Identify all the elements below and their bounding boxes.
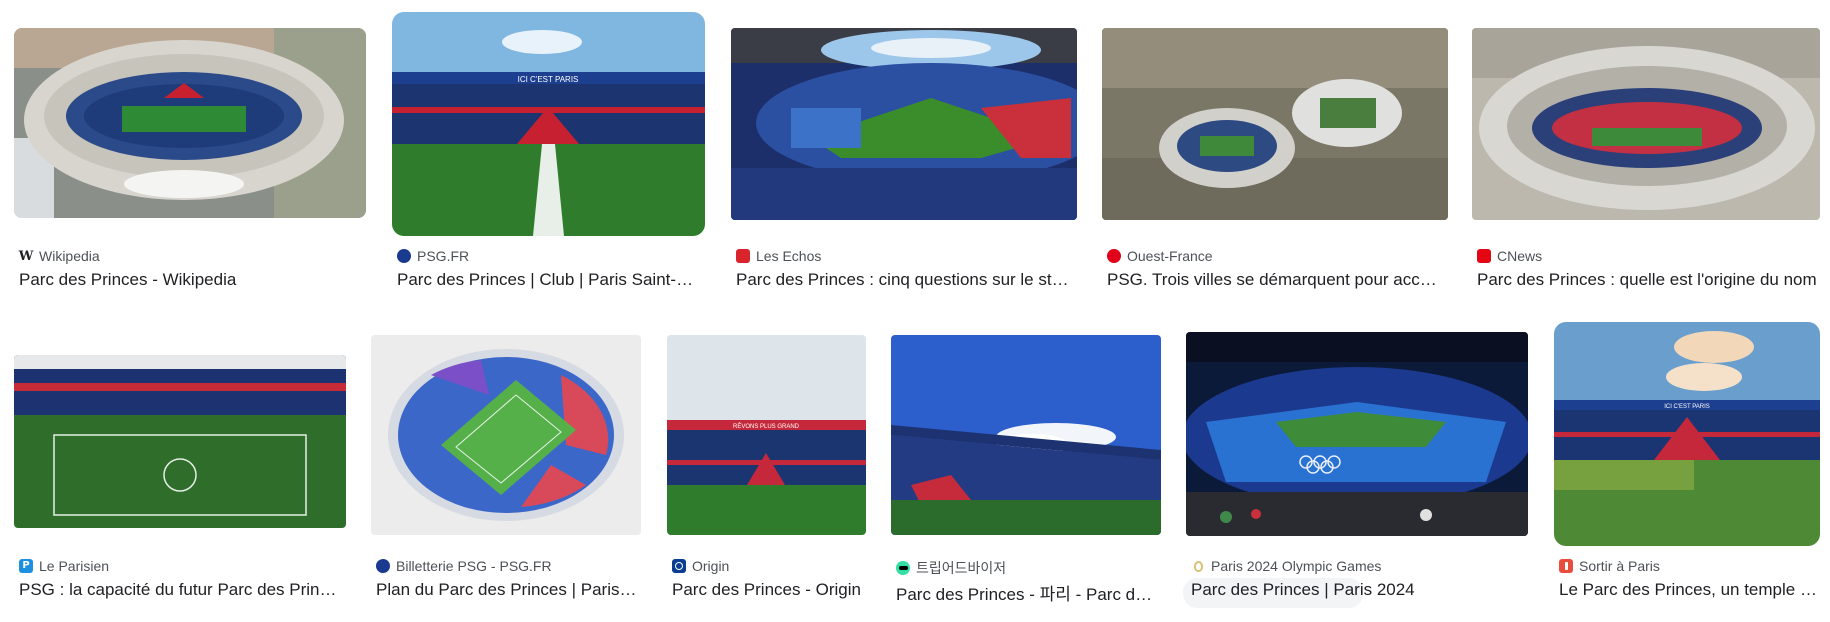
psg-ticket-icon bbox=[376, 559, 390, 573]
svg-text:ICI C'EST PARIS: ICI C'EST PARIS bbox=[518, 75, 579, 84]
sortir-a-paris-icon bbox=[1559, 559, 1573, 573]
result-source[interactable]: CNews bbox=[1477, 248, 1542, 264]
svg-text:ICI C'EST PARIS: ICI C'EST PARIS bbox=[1664, 404, 1710, 410]
result-title[interactable]: Parc des Princes - Origin bbox=[672, 580, 864, 600]
source-name: Les Echos bbox=[756, 248, 822, 264]
result-title[interactable]: Parc des Princes - 파리 - Parc des Princes bbox=[896, 580, 1158, 605]
source-name: PSG.FR bbox=[417, 248, 470, 264]
stadium-thumbnail[interactable] bbox=[1186, 332, 1528, 536]
seating-plan-thumbnail[interactable] bbox=[371, 335, 641, 535]
result-source[interactable]: Origin bbox=[672, 558, 729, 574]
result-title[interactable]: Parc des Princes | Paris 2024 bbox=[1191, 580, 1431, 600]
source-name: Paris 2024 Olympic Games bbox=[1211, 558, 1382, 574]
source-name: Ouest-France bbox=[1127, 248, 1213, 264]
stadium-thumbnail[interactable] bbox=[1472, 28, 1820, 220]
stadium-thumbnail[interactable] bbox=[14, 355, 346, 528]
result-title[interactable]: Parc des Princes | Club | Paris Saint-Ge… bbox=[397, 270, 702, 290]
result-title[interactable]: PSG. Trois villes se démarquent pour acc… bbox=[1107, 270, 1443, 290]
source-name: Origin bbox=[692, 558, 730, 574]
stadium-thumbnail[interactable] bbox=[14, 28, 366, 218]
cnews-icon bbox=[1477, 249, 1491, 263]
stadium-thumbnail[interactable]: ICI C'EST PARIS bbox=[1554, 322, 1820, 546]
les-echos-icon bbox=[736, 249, 750, 263]
result-source[interactable]: P Le Parisien bbox=[19, 558, 109, 574]
stadium-thumbnail[interactable]: RÊVONS PLUS GRAND bbox=[667, 335, 866, 535]
result-source[interactable]: Paris 2024 Olympic Games bbox=[1191, 558, 1381, 574]
result-title[interactable]: Plan du Parc des Princes | Paris Saint-G… bbox=[376, 580, 638, 600]
result-title[interactable]: Le Parc des Princes, un temple du footba… bbox=[1559, 580, 1819, 600]
origin-icon bbox=[672, 559, 686, 573]
source-name: CNews bbox=[1497, 248, 1543, 264]
stadium-thumbnail[interactable]: ICI C'EST PARIS bbox=[392, 12, 705, 236]
source-name: Sortir à Paris bbox=[1579, 558, 1660, 574]
result-source[interactable]: 트립어드바이저 bbox=[896, 558, 1006, 578]
result-source[interactable]: Billetterie PSG - PSG.FR bbox=[376, 558, 552, 574]
wikipedia-icon: W bbox=[18, 248, 34, 264]
result-source[interactable]: Les Echos bbox=[736, 248, 821, 264]
result-title[interactable]: Parc des Princes : quelle est l'origine … bbox=[1477, 270, 1817, 290]
source-name: 트립어드바이저 bbox=[916, 560, 1007, 576]
source-name: Wikipedia bbox=[39, 248, 100, 264]
stadium-thumbnail[interactable] bbox=[891, 335, 1161, 535]
paris-2024-icon bbox=[1191, 559, 1205, 573]
tripadvisor-icon bbox=[896, 561, 910, 575]
result-title[interactable]: Parc des Princes - Wikipedia bbox=[19, 270, 369, 290]
ouest-france-icon bbox=[1107, 249, 1121, 263]
svg-text:RÊVONS PLUS GRAND: RÊVONS PLUS GRAND bbox=[733, 422, 800, 430]
psg-icon bbox=[397, 249, 411, 263]
result-source[interactable]: Ouest-France bbox=[1107, 248, 1213, 264]
result-title[interactable]: Parc des Princes : cinq questions sur le… bbox=[736, 270, 1076, 290]
result-source[interactable]: PSG.FR bbox=[397, 248, 469, 264]
stadium-thumbnail[interactable] bbox=[1102, 28, 1448, 220]
le-parisien-icon: P bbox=[19, 559, 33, 573]
result-source[interactable]: W Wikipedia bbox=[19, 248, 100, 264]
result-source[interactable]: Sortir à Paris bbox=[1559, 558, 1660, 574]
source-name: Billetterie PSG - PSG.FR bbox=[396, 558, 552, 574]
source-name: Le Parisien bbox=[39, 558, 110, 574]
stadium-thumbnail[interactable] bbox=[731, 28, 1077, 220]
result-title[interactable]: PSG : la capacité du futur Parc des Prin… bbox=[19, 580, 341, 600]
